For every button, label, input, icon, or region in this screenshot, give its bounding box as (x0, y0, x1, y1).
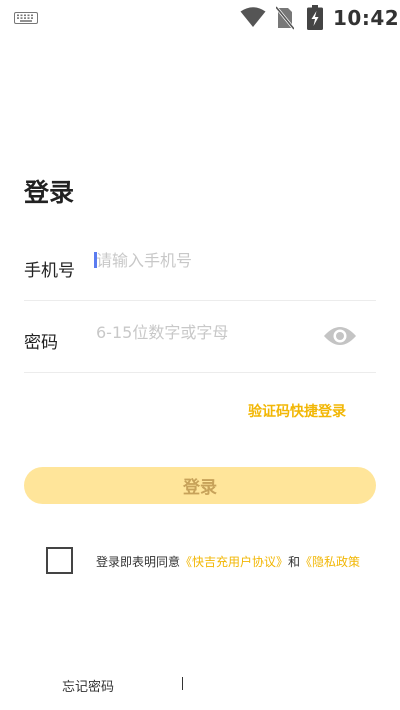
password-divider (24, 372, 376, 373)
phone-input[interactable] (92, 243, 372, 277)
keyboard-icon (14, 12, 38, 24)
agreement-prefix: 登录即表明同意 (96, 555, 181, 569)
status-bar: 10:42 (0, 0, 400, 36)
sms-code-login-link[interactable]: 验证码快捷登录 (248, 401, 346, 421)
no-sim-icon (276, 6, 294, 30)
agreement-text: 登录即表明同意《快吉充用户协议》和《隐私政策 (96, 548, 400, 574)
password-input[interactable] (92, 315, 312, 349)
privacy-policy-link[interactable]: 《隐私政策 (300, 555, 360, 569)
phone-divider (24, 300, 376, 301)
wifi-icon (240, 7, 266, 27)
battery-charging-icon (307, 5, 323, 30)
password-label: 密码 (24, 333, 58, 353)
status-time: 10:42 (333, 6, 400, 30)
agree-checkbox[interactable] (46, 547, 73, 574)
user-agreement-link[interactable]: 《快吉充用户协议》 (180, 555, 288, 569)
phone-label: 手机号 (24, 261, 75, 281)
login-button[interactable]: 登录 (24, 467, 376, 504)
text-cursor (94, 252, 97, 268)
page-title: 登录 (24, 178, 75, 207)
footer-separator (182, 677, 183, 690)
show-password-eye-icon[interactable] (323, 323, 357, 349)
agreement-and: 和 (288, 555, 301, 569)
forgot-password-link[interactable]: 忘记密码 (62, 676, 114, 695)
